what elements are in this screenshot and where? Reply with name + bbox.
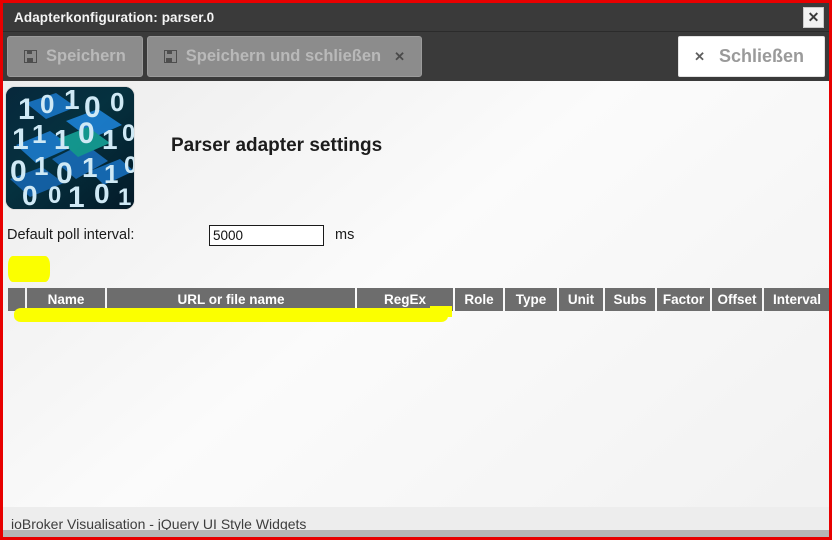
title-bar: Adapterkonfiguration: parser.0 ✕ [3, 3, 829, 32]
default-poll-interval-row: Default poll interval: ms [3, 223, 829, 247]
column-header-url[interactable]: URL or file name [107, 288, 355, 311]
adapter-header: 1 0 1 0 0 1 1 1 0 1 0 0 1 0 1 1 0 0 0 1 … [3, 81, 829, 209]
svg-text:0: 0 [124, 152, 134, 179]
window-title: Adapterkonfiguration: parser.0 [14, 9, 215, 25]
column-header-name[interactable]: Name [27, 288, 105, 311]
column-header-regex[interactable]: RegEx [357, 288, 453, 311]
column-header-type[interactable]: Type [505, 288, 557, 311]
select-all-checkbox[interactable] [14, 262, 32, 280]
save-and-close-button[interactable]: Speichern und schließen ✕ [146, 36, 422, 77]
page-bleed-area: ioBroker Visualisation - jQuery UI Style… [3, 507, 829, 537]
settings-content: 1 0 1 0 0 1 1 1 0 1 0 0 1 0 1 1 0 0 0 1 … [3, 81, 829, 537]
column-header-interval[interactable]: Interval [764, 288, 829, 311]
column-header-factor[interactable]: Factor [657, 288, 710, 311]
svg-text:1: 1 [118, 184, 131, 209]
svg-text:0: 0 [48, 182, 61, 209]
column-header-select[interactable] [8, 288, 25, 311]
toolbar: Speichern Speichern und schließen ✕ ✕ Sc… [3, 32, 829, 81]
adapter-config-window: Adapterkonfiguration: parser.0 ✕ Speiche… [0, 0, 832, 540]
page-title: Parser adapter settings [171, 135, 383, 156]
svg-text:0: 0 [78, 117, 95, 150]
save-button[interactable]: Speichern [7, 36, 143, 77]
window-close-icon[interactable]: ✕ [803, 7, 824, 28]
column-header-offset[interactable]: Offset [712, 288, 762, 311]
svg-text:1: 1 [32, 119, 46, 149]
bottom-scroll-bar[interactable] [3, 530, 829, 537]
column-header-role[interactable]: Role [455, 288, 503, 311]
svg-text:1: 1 [102, 124, 118, 155]
close-button-label: Schließen [718, 46, 804, 66]
close-button[interactable]: ✕ Schließen [678, 36, 825, 77]
svg-text:0: 0 [22, 180, 38, 209]
default-poll-interval-label: Default poll interval: [7, 227, 135, 243]
svg-text:0: 0 [40, 89, 54, 119]
dialog: Adapterkonfiguration: parser.0 ✕ Speiche… [3, 3, 829, 537]
svg-text:1: 1 [54, 124, 70, 155]
svg-text:1: 1 [34, 151, 48, 181]
close-icon: ✕ [694, 48, 705, 64]
column-header-subs[interactable]: Subs [605, 288, 655, 311]
svg-text:1: 1 [68, 181, 85, 209]
table-header: Name URL or file name RegEx Role Type Un… [8, 288, 829, 311]
svg-text:0: 0 [110, 87, 124, 117]
datapoints-table: Name URL or file name RegEx Role Type Un… [6, 288, 829, 312]
floppy-disk-icon [163, 50, 177, 63]
column-header-unit[interactable]: Unit [559, 288, 603, 311]
floppy-disk-icon [24, 50, 37, 63]
save-button-label: Speichern [46, 47, 126, 65]
binary-code-cubes-icon: 1 0 1 0 0 1 1 1 0 1 0 0 1 0 1 1 0 0 0 1 … [6, 87, 134, 209]
svg-text:0: 0 [122, 120, 134, 147]
close-icon: ✕ [394, 48, 405, 64]
save-and-close-button-label: Speichern und schließen [185, 47, 382, 65]
datapoints-table-wrapper: Name URL or file name RegEx Role Type Un… [3, 288, 829, 312]
table-header-row: Name URL or file name RegEx Role Type Un… [8, 288, 829, 311]
svg-text:1: 1 [64, 87, 80, 115]
default-poll-interval-input[interactable] [209, 224, 324, 246]
poll-interval-unit-label: ms [335, 227, 355, 243]
table-body [8, 311, 829, 312]
svg-text:0: 0 [94, 178, 110, 209]
svg-text:1: 1 [12, 123, 29, 156]
select-all-row [3, 262, 829, 284]
